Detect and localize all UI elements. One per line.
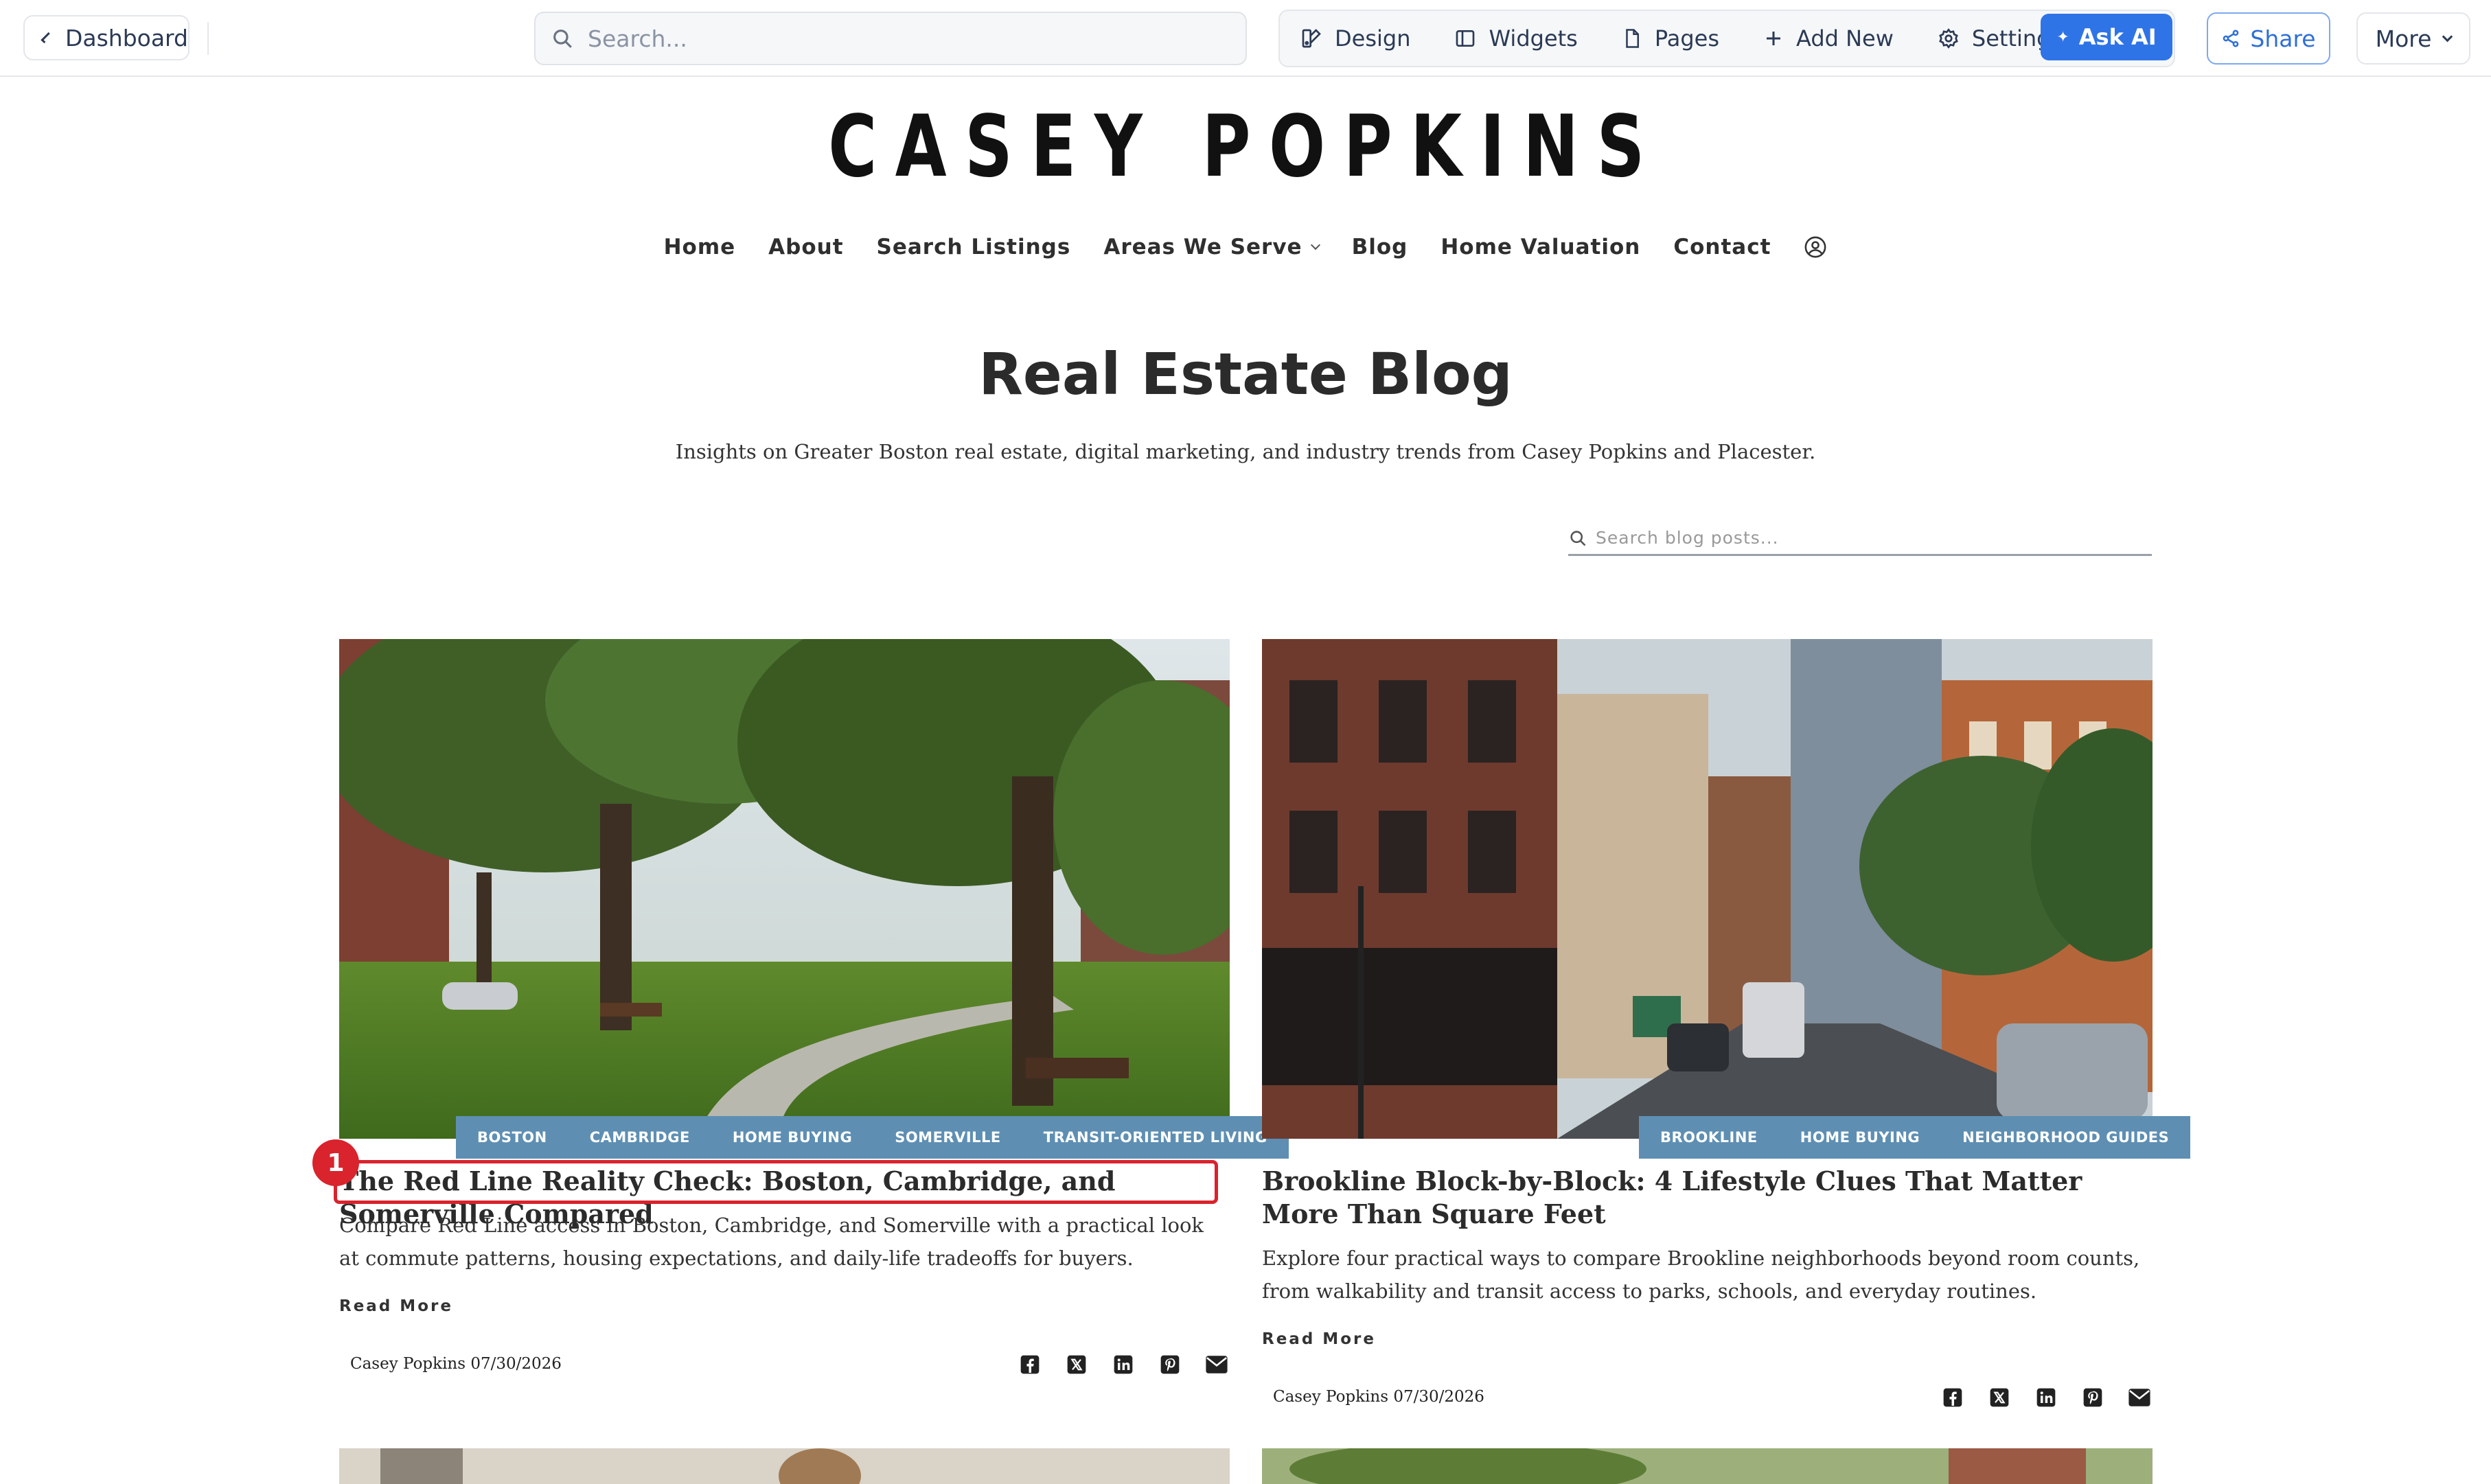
nav-contact[interactable]: Contact <box>1673 235 1771 259</box>
nav-home[interactable]: Home <box>664 235 736 259</box>
editor-search[interactable] <box>534 12 1247 65</box>
chevron-down-icon <box>1310 240 1320 251</box>
tag[interactable]: CAMBRIDGE <box>568 1116 711 1159</box>
x-icon[interactable] <box>1065 1353 1088 1376</box>
interior-photo <box>339 1448 1230 1484</box>
design-button[interactable]: Design <box>1300 25 1410 51</box>
page-title: Real Estate Blog <box>978 340 1513 408</box>
chevron-left-icon <box>41 32 52 44</box>
post-image[interactable] <box>339 639 1230 1139</box>
nav-about[interactable]: About <box>768 235 843 259</box>
post-excerpt: Compare Red Line access in Boston, Cambr… <box>339 1214 1204 1270</box>
pages-label: Pages <box>1654 25 1719 51</box>
widgets-label: Widgets <box>1489 25 1578 51</box>
sparkle-icon: ✦ <box>2056 28 2069 46</box>
site-logo[interactable]: CASEY POPKINS <box>274 97 2217 196</box>
share-links <box>1918 1386 2151 1409</box>
tag[interactable]: BOSTON <box>456 1116 569 1159</box>
share-button[interactable]: Share <box>2207 12 2330 65</box>
tag[interactable]: TRANSIT-ORIENTED LIVING <box>1022 1116 1289 1159</box>
street-photo <box>1262 639 2153 1139</box>
linkedin-icon[interactable] <box>2034 1386 2058 1409</box>
tag[interactable]: BROOKLINE <box>1639 1116 1779 1159</box>
dashboard-button[interactable]: Dashboard <box>23 15 190 60</box>
blog-search[interactable] <box>1568 522 2152 556</box>
search-icon <box>553 30 572 48</box>
post-excerpt: Explore four practical ways to compare B… <box>1262 1247 2140 1303</box>
post-image[interactable] <box>1262 1448 2153 1484</box>
tag[interactable]: NEIGHBORHOOD GUIDES <box>1941 1116 2191 1159</box>
user-circle-icon <box>1804 236 1826 258</box>
post-tags: BROOKLINE HOME BUYING NEIGHBORHOOD GUIDE… <box>1639 1116 2191 1159</box>
ask-ai-button[interactable]: ✦ Ask AI <box>2041 14 2172 60</box>
post-tags: BOSTON CAMBRIDGE HOME BUYING SOMERVILLE … <box>456 1116 1289 1159</box>
plus-icon <box>1766 32 1780 45</box>
linkedin-icon[interactable] <box>1112 1353 1135 1376</box>
tag[interactable]: HOME BUYING <box>1778 1116 1942 1159</box>
page-icon <box>1626 29 1639 48</box>
nav-areas-label: Areas We Serve <box>1103 235 1302 259</box>
nav-search-listings[interactable]: Search Listings <box>877 235 1071 259</box>
ask-ai-label: Ask AI <box>2078 24 2157 50</box>
dashboard-label: Dashboard <box>65 24 188 51</box>
post-byline: Casey Popkins 07/30/2026 <box>350 1355 562 1373</box>
annotation-marker: 1 <box>312 1139 359 1186</box>
nav-areas-we-serve[interactable]: Areas We Serve <box>1103 235 1320 259</box>
share-links <box>995 1353 1228 1376</box>
more-button[interactable]: More <box>2356 12 2470 65</box>
more-label: More <box>2375 25 2432 52</box>
design-icon <box>1302 29 1321 48</box>
email-icon[interactable] <box>2128 1386 2151 1409</box>
account-button[interactable] <box>1804 235 1827 259</box>
email-icon[interactable] <box>1205 1353 1228 1376</box>
read-more-link[interactable]: Read More <box>1262 1330 1376 1348</box>
tag[interactable]: HOME BUYING <box>711 1116 874 1159</box>
search-icon <box>1570 530 1586 546</box>
editor-toolbar: Dashboard Design Widgets Pages Add New S… <box>0 0 2491 77</box>
chevron-down-icon <box>2442 31 2453 42</box>
highlight-box <box>334 1160 1218 1204</box>
share-icon <box>2223 30 2239 47</box>
add-new-button[interactable]: Add New <box>1763 25 1894 51</box>
site-nav: Home About Search Listings Areas We Serv… <box>0 235 2491 259</box>
read-more-link[interactable]: Read More <box>339 1297 453 1315</box>
facebook-icon[interactable] <box>1941 1386 1964 1409</box>
share-label: Share <box>2250 25 2316 52</box>
tag[interactable]: SOMERVILLE <box>873 1116 1022 1159</box>
post-image[interactable] <box>1262 639 2153 1139</box>
park-photo <box>339 639 1230 1139</box>
post-image[interactable] <box>339 1448 1230 1484</box>
nav-blog[interactable]: Blog <box>1352 235 1408 259</box>
page-subtitle: Insights on Greater Boston real estate, … <box>675 440 1816 463</box>
pinterest-icon[interactable] <box>2081 1386 2104 1409</box>
gear-icon <box>1939 28 1958 49</box>
post-byline: Casey Popkins 07/30/2026 <box>1273 1388 1484 1406</box>
editor-search-input[interactable] <box>588 25 1206 52</box>
post-title[interactable]: Brookline Block-by-Block: 4 Lifestyle Cl… <box>1262 1165 2153 1231</box>
pages-button[interactable]: Pages <box>1622 25 1719 51</box>
blog-search-input[interactable] <box>1596 528 2131 548</box>
add-new-label: Add New <box>1795 25 1894 51</box>
nav-home-valuation[interactable]: Home Valuation <box>1440 235 1640 259</box>
toolbar-divider <box>207 22 209 55</box>
pinterest-icon[interactable] <box>1158 1353 1182 1376</box>
x-icon[interactable] <box>1988 1386 2011 1409</box>
widgets-icon <box>1456 30 1475 47</box>
design-label: Design <box>1335 25 1411 51</box>
facebook-icon[interactable] <box>1018 1353 1042 1376</box>
neighborhood-photo <box>1262 1448 2153 1484</box>
widgets-button[interactable]: Widgets <box>1454 25 1578 51</box>
